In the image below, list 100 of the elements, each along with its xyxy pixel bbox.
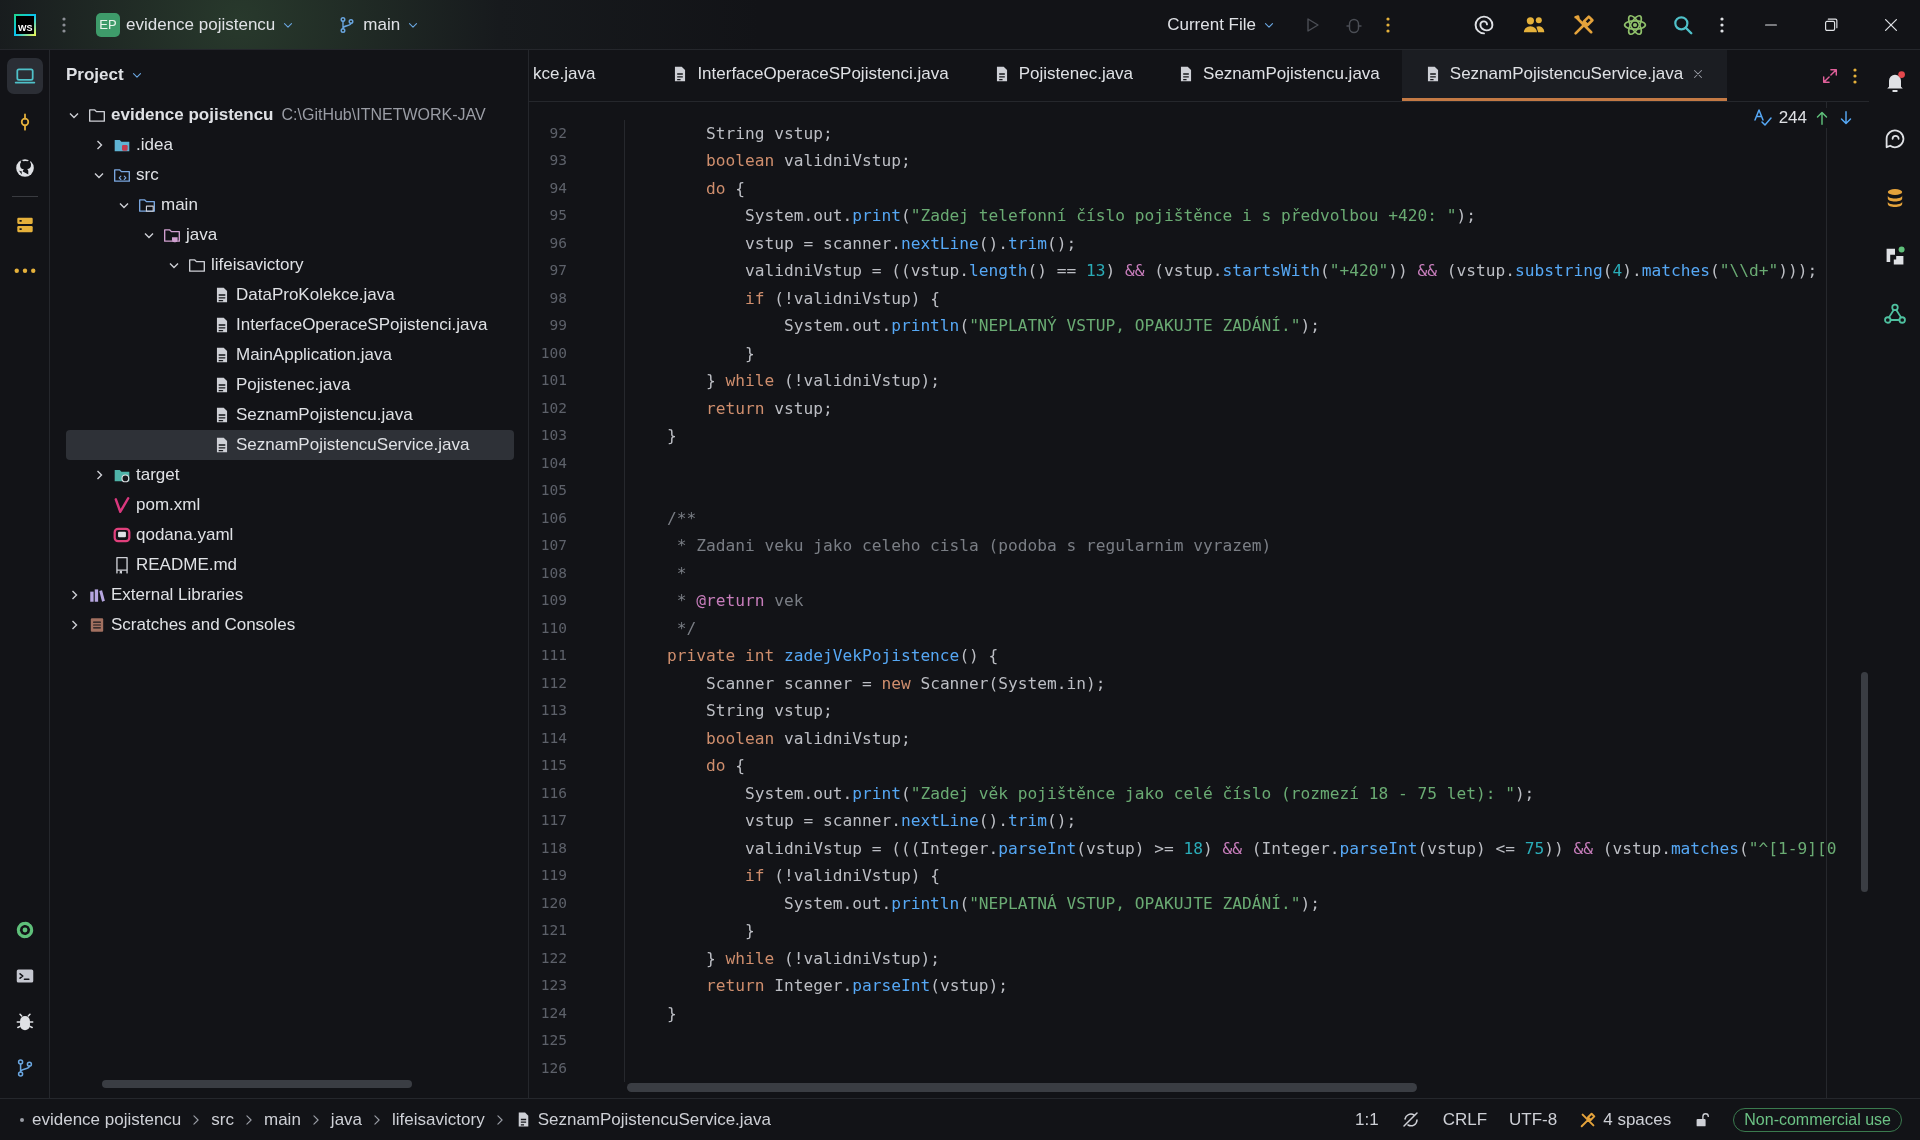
indent-setting[interactable]: 4 spaces <box>1579 1109 1672 1130</box>
tree-item[interactable]: java <box>66 220 514 250</box>
editor-tab[interactable]: SeznamPojistencu.java <box>1155 50 1402 101</box>
tree-item[interactable]: README.md <box>66 550 514 580</box>
scrollbar[interactable] <box>627 1083 1417 1092</box>
code-line: System.out.println("NEPLATNÝ VSTUP, OPAKUJTE ZADÁNÍ."); <box>782 315 1320 337</box>
tree-item[interactable]: InterfaceOperaceSPojistenci.java <box>66 310 514 340</box>
line-number: 92 <box>529 119 625 147</box>
tree-item[interactable]: evidence pojistencu C:\GitHub\ITNETWORK-JAV <box>66 100 514 130</box>
code-line: * <box>675 562 687 585</box>
breadcrumb[interactable]: lifeisavictory <box>392 1109 485 1130</box>
tree-item[interactable]: Pojistenec.java <box>66 370 514 400</box>
inspection-off-icon[interactable] <box>1400 1109 1421 1130</box>
scrollbar[interactable] <box>1861 672 1868 892</box>
breadcrumb[interactable]: main <box>264 1109 301 1130</box>
tree-item[interactable]: SeznamPojistencuService.java <box>66 430 514 460</box>
line-number: 124 <box>529 999 625 1027</box>
line-number: 125 <box>529 1027 625 1055</box>
code-line: validniVstup = (((Integer.parseInt(vstup) >= 18) && (Integer.parseInt(vstup) <= 75)) && (vstup.matches("^[1-9][0 <box>743 837 1837 860</box>
tool-window-button[interactable] <box>6 58 43 94</box>
code-line: vstup = scanner.nextLine().trim(); <box>743 232 1077 255</box>
folder-icon <box>88 106 106 124</box>
module-folder-icon <box>138 196 156 214</box>
line-number: 105 <box>529 477 625 505</box>
tree-item[interactable]: External Libraries <box>66 580 514 610</box>
code-line: if (!validniVstup) { <box>743 287 940 310</box>
more-icon[interactable] <box>1853 67 1857 84</box>
tree-item[interactable]: target <box>66 460 514 490</box>
folder-icon <box>188 256 206 274</box>
line-number: 110 <box>529 614 625 642</box>
code-line: do { <box>704 755 745 777</box>
code-line: String vstup; <box>704 700 833 722</box>
line-number: 122 <box>529 944 625 972</box>
code-line: return vstup; <box>704 397 833 420</box>
code-line: } <box>743 920 755 942</box>
caret-position[interactable]: 1:1 <box>1355 1109 1379 1130</box>
tree-item[interactable]: main <box>66 190 514 220</box>
line-number: 112 <box>529 669 625 697</box>
tree-item[interactable]: lifeisavictory <box>66 250 514 280</box>
more-icon[interactable] <box>1386 16 1390 33</box>
line-number: 111 <box>529 642 625 670</box>
editor-tab[interactable]: SeznamPojistencuService.java <box>1401 50 1728 101</box>
branch-switcher[interactable]: main <box>331 10 427 39</box>
editor-tab[interactable]: Pojistenec.java <box>970 50 1156 101</box>
line-number: 101 <box>529 367 625 395</box>
code-line: if (!validniVstup) { <box>743 865 940 887</box>
search-icon[interactable] <box>1672 13 1694 36</box>
breadcrumb[interactable]: src <box>211 1109 234 1130</box>
qodana-icon <box>113 526 131 544</box>
breadcrumb[interactable]: SeznamPojistencuService.java <box>514 1109 772 1130</box>
inspection-count[interactable]: 244 <box>1778 108 1807 128</box>
code-line: String vstup; <box>704 122 833 145</box>
tree-item[interactable]: SeznamPojistencu.java <box>66 400 514 430</box>
line-number: 126 <box>529 1054 625 1082</box>
breadcrumb[interactable]: evidence pojistencu <box>32 1109 182 1130</box>
code-line: } <box>743 342 755 365</box>
library-icon <box>88 586 106 604</box>
line-number: 98 <box>529 284 625 312</box>
line-number: 97 <box>529 257 625 285</box>
code-line: return Integer.parseInt(vstup); <box>704 975 1009 997</box>
run-configuration[interactable]: Current File <box>1161 10 1282 39</box>
tree-item[interactable]: Scratches and Consoles <box>66 610 514 640</box>
line-number: 107 <box>529 532 625 560</box>
editor-tab[interactable]: InterfaceOperaceSPojistenci.java <box>649 50 971 101</box>
line-number: 102 <box>529 394 625 422</box>
tree-item[interactable]: .idea <box>66 130 514 160</box>
tree-item[interactable]: MainApplication.java <box>66 340 514 370</box>
code-line: System.out.println("NEPLATNÁ VSTUP, OPAKUJTE ZADÁNÍ."); <box>782 892 1320 915</box>
scratches-icon <box>88 616 106 634</box>
breadcrumb[interactable]: java <box>330 1109 363 1130</box>
line-number: 116 <box>529 779 625 807</box>
line-number: 99 <box>529 312 625 340</box>
line-number: 120 <box>529 889 625 917</box>
app-logo[interactable]: WS <box>14 13 36 36</box>
code-line: boolean validniVstup; <box>704 150 911 172</box>
editor-tab[interactable]: kce.java <box>529 50 650 101</box>
tree-item[interactable]: DataProKolekce.java <box>66 280 514 310</box>
panel-title[interactable]: Project <box>66 65 124 85</box>
tree-item[interactable]: pom.xml <box>66 490 514 520</box>
line-number: 95 <box>529 202 625 230</box>
tools-icon[interactable] <box>1572 12 1596 37</box>
code-line: System.out.print("Zadej věk pojištěnce jako celé číslo (rozmezí 18 - 75 let): "); <box>743 782 1535 805</box>
code-line: */ <box>675 617 697 640</box>
code-line: boolean validniVstup; <box>704 727 911 750</box>
code-line: validniVstup = ((vstup.length() == 13) && (vstup.startsWith("+420")) && (vstup.substring(4).matches("\\d+"))); <box>743 260 1818 282</box>
code-line: } <box>665 425 677 447</box>
line-number: 123 <box>529 972 625 1000</box>
code-line: do { <box>704 177 745 200</box>
expand-icon[interactable] <box>1821 66 1839 85</box>
file-encoding[interactable]: UTF-8 <box>1509 1109 1558 1130</box>
project-switcher[interactable]: EP evidence pojistencu <box>90 8 302 41</box>
line-separator[interactable]: CRLF <box>1442 1109 1488 1130</box>
line-number: 113 <box>529 697 625 725</box>
code-line: /** <box>665 507 697 530</box>
scrollbar[interactable] <box>102 1080 412 1088</box>
code-line: } <box>665 1002 677 1025</box>
tree-item[interactable]: src <box>66 160 514 190</box>
more-icon[interactable] <box>1720 16 1724 33</box>
tree-item[interactable]: qodana.yaml <box>66 520 514 550</box>
line-number: 106 <box>529 504 625 532</box>
